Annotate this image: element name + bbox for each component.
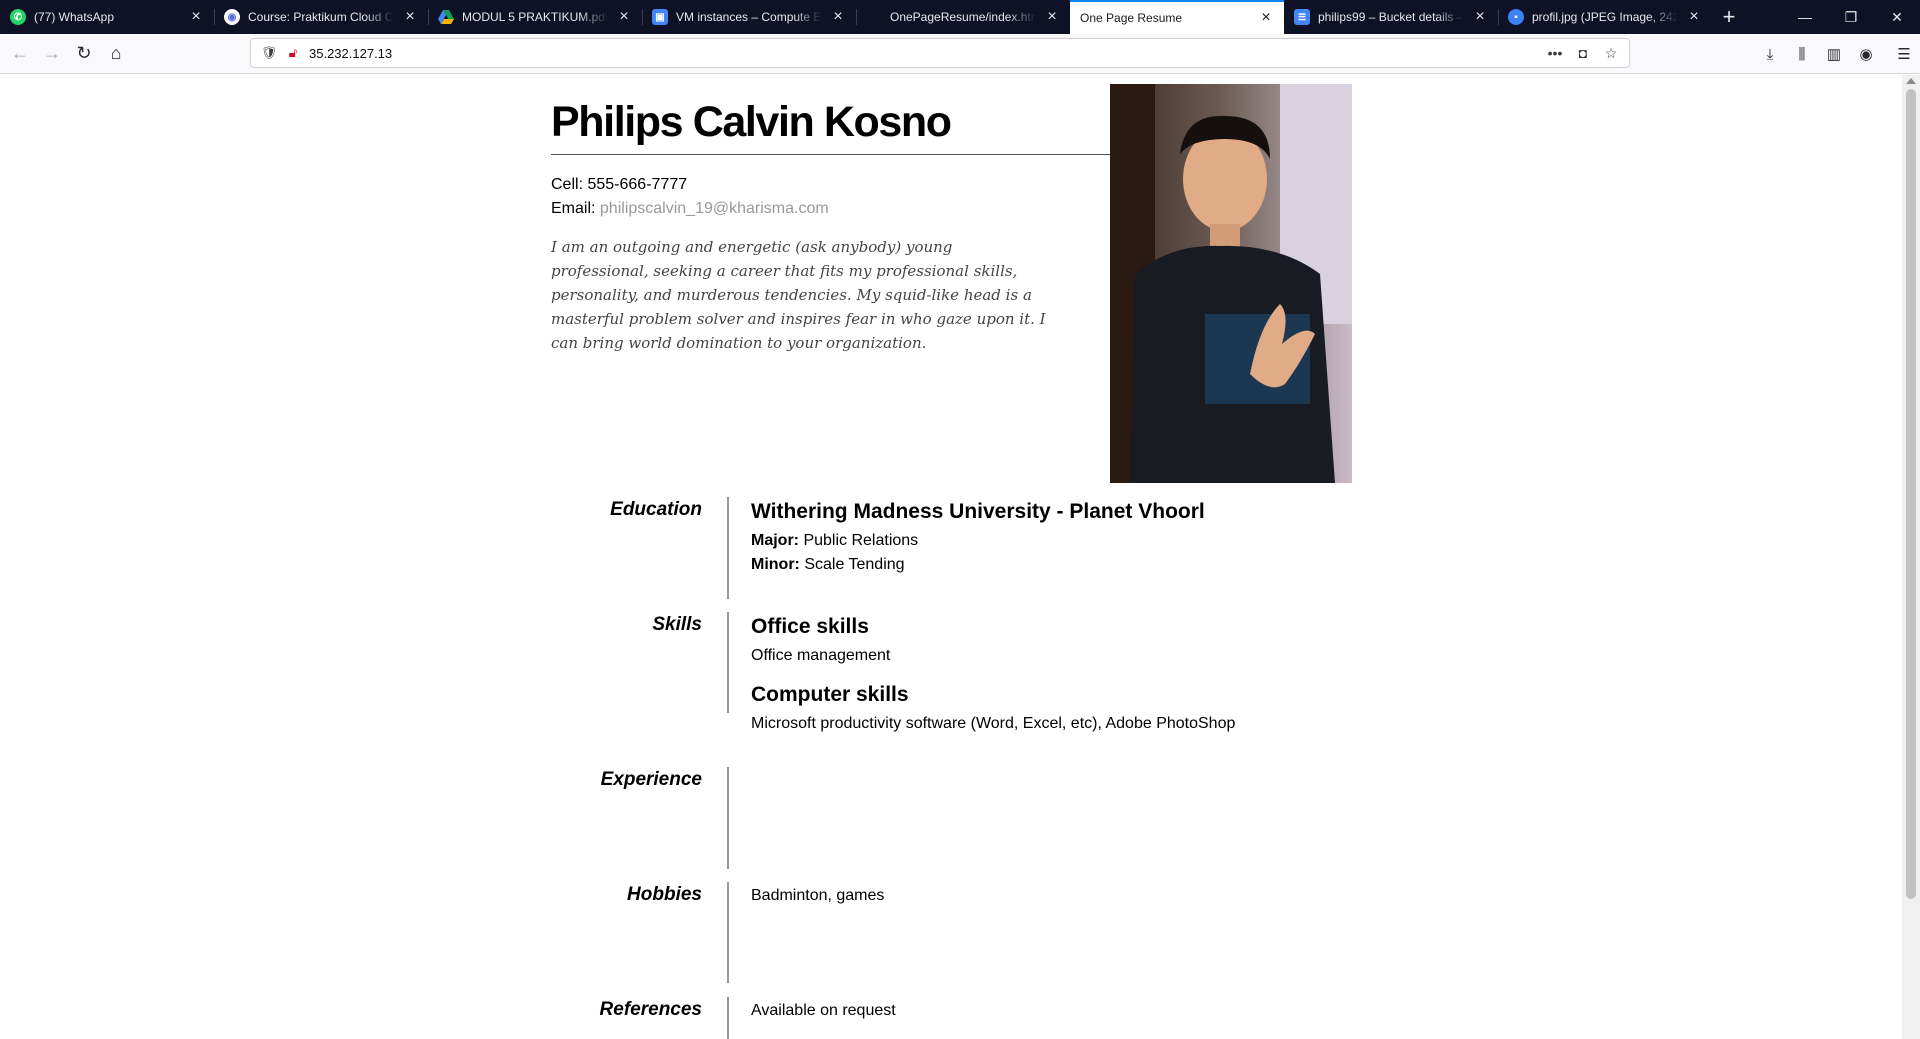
email-line: Email: philipscalvin_19@kharisma.com [551, 197, 829, 221]
scrollbar-thumb[interactable] [1906, 89, 1916, 899]
major-label: Major: [751, 532, 799, 549]
tab-google-drive[interactable]: MODUL 5 PRAKTIKUM.pdf - Google Drive × [428, 0, 642, 34]
pocket-icon[interactable]: ◘ [1571, 45, 1595, 62]
close-icon[interactable]: × [1470, 8, 1490, 26]
contact-info: Cell: 555-666-7777 Email: philipscalvin_… [551, 173, 829, 221]
section-divider [727, 612, 729, 713]
section-divider [727, 882, 729, 983]
image-icon: ▪ [1508, 9, 1524, 25]
tab-title: OnePageResume/index.html [890, 10, 1036, 24]
sidebar-icon[interactable]: ▥ [1818, 38, 1850, 70]
downloads-icon[interactable]: ⤓ [1754, 38, 1786, 70]
address-bar[interactable]: 🛡︎ 🔓︎ 35.232.127.13 ••• ◘ ☆ [250, 38, 1630, 68]
page-actions-icon[interactable]: ••• [1543, 45, 1567, 62]
tab-title: (77) WhatsApp [34, 10, 115, 24]
course-icon: ◉ [224, 9, 240, 25]
scroll-up-arrow-icon[interactable] [1906, 78, 1916, 84]
computer-skills-text: Microsoft productivity software (Word, E… [751, 715, 1236, 732]
tab-whatsapp[interactable]: ✆ (77) WhatsApp × [0, 0, 214, 34]
section-label-experience: Experience [600, 769, 702, 790]
tab-title: VM instances – Compute Engine [676, 10, 822, 24]
resume-name: Philips Calvin Kosno [551, 98, 952, 146]
school-name: Withering Madness University - Planet Vh… [751, 500, 1205, 523]
tab-strip: ✆ (77) WhatsApp × ◉ Course: Praktikum Cl… [0, 0, 1920, 34]
vertical-scrollbar[interactable] [1902, 75, 1920, 1039]
major-value: Public Relations [803, 532, 919, 549]
tab-profil-jpg[interactable]: ▪ profil.jpg (JPEG Image, 242 × 399 pixe… [1498, 0, 1712, 34]
minor-label: Minor: [751, 556, 800, 573]
whatsapp-icon: ✆ [10, 9, 26, 25]
minimize-icon[interactable]: — [1782, 0, 1828, 34]
tab-course[interactable]: ◉ Course: Praktikum Cloud Computing × [214, 0, 428, 34]
home-icon[interactable]: ⌂ [100, 38, 132, 70]
section-divider [727, 497, 729, 599]
google-drive-icon [438, 9, 454, 25]
tab-one-page-resume[interactable]: One Page Resume × [1070, 0, 1284, 34]
close-icon[interactable]: × [1256, 9, 1276, 27]
office-skills-title: Office skills [751, 615, 869, 638]
insecure-lock-icon[interactable]: 🔓︎ [281, 45, 305, 61]
bookmark-star-icon[interactable]: ☆ [1599, 45, 1623, 62]
name-divider [551, 154, 1110, 155]
github-icon: ● [866, 9, 882, 25]
hobbies-text: Badminton, games [751, 887, 885, 904]
close-icon[interactable]: × [614, 8, 634, 26]
office-skills-text: Office management [751, 647, 891, 664]
cloud-storage-icon: ☰ [1294, 9, 1310, 25]
section-divider [727, 767, 729, 869]
cell-line: Cell: 555-666-7777 [551, 173, 829, 197]
menu-icon[interactable]: ☰ [1888, 38, 1920, 70]
section-label-skills: Skills [652, 614, 702, 635]
page-content: Philips Calvin Kosno Cell: 555-666-7777 … [0, 75, 1902, 1039]
objective-text: I am an outgoing and energetic (ask anyb… [551, 238, 1046, 352]
section-divider [727, 997, 729, 1039]
tab-title: MODUL 5 PRAKTIKUM.pdf - Google Drive [462, 10, 608, 24]
close-icon[interactable]: × [828, 8, 848, 26]
profile-photo [1110, 84, 1352, 483]
restore-icon[interactable]: ❐ [1828, 0, 1874, 34]
computer-skills-title: Computer skills [751, 683, 909, 706]
close-icon[interactable]: × [1042, 8, 1062, 26]
toolbar-buttons: ⤓ ⫼ ▥ ◉ ☰ [1754, 38, 1920, 70]
window-controls: — ❐ ✕ [1782, 0, 1920, 34]
tab-title: Course: Praktikum Cloud Computing [248, 10, 394, 24]
tab-compute-engine[interactable]: ▣ VM instances – Compute Engine × [642, 0, 856, 34]
tab-cloud-storage[interactable]: ☰ philips99 – Bucket details – Cloud Sto… [1284, 0, 1498, 34]
email-link[interactable]: philipscalvin_19@kharisma.com [600, 200, 829, 217]
tab-title: profil.jpg (JPEG Image, 242 × 399 pixels… [1532, 10, 1678, 24]
shield-icon[interactable]: 🛡︎ [257, 45, 281, 61]
url-text[interactable]: 35.232.127.13 [309, 46, 1543, 61]
minor-value: Scale Tending [804, 556, 905, 573]
close-icon[interactable]: × [400, 8, 420, 26]
cell-number: 555-666-7777 [587, 176, 688, 193]
section-label-references: References [599, 999, 702, 1020]
close-icon[interactable]: × [186, 8, 206, 26]
back-arrow-icon[interactable]: ← [4, 38, 36, 70]
tab-title: philips99 – Bucket details – Cloud Stora… [1318, 10, 1464, 24]
section-label-education: Education [610, 499, 702, 520]
library-icon[interactable]: ⫼ [1786, 38, 1818, 70]
references-text: Available on request [751, 1002, 896, 1019]
major-line: Major: Public Relations [751, 529, 1451, 553]
tab-title: One Page Resume [1080, 11, 1183, 25]
section-label-hobbies: Hobbies [627, 884, 702, 905]
forward-arrow-icon[interactable]: → [36, 38, 68, 70]
minor-line: Minor: Scale Tending [751, 553, 1451, 577]
email-label: Email: [551, 200, 596, 217]
tab-github[interactable]: ● OnePageResume/index.html × [856, 0, 1070, 34]
new-tab-button[interactable]: + [1712, 0, 1746, 34]
close-icon[interactable]: × [1684, 8, 1704, 26]
cell-label: Cell: [551, 176, 584, 193]
navigation-toolbar: ← → ↻ ⌂ 🛡︎ 🔓︎ 35.232.127.13 ••• ◘ ☆ ⤓ ⫼ … [0, 34, 1920, 74]
compute-engine-icon: ▣ [652, 9, 668, 25]
reload-icon[interactable]: ↻ [68, 38, 100, 70]
account-icon[interactable]: ◉ [1850, 38, 1882, 70]
close-window-icon[interactable]: ✕ [1874, 0, 1920, 34]
